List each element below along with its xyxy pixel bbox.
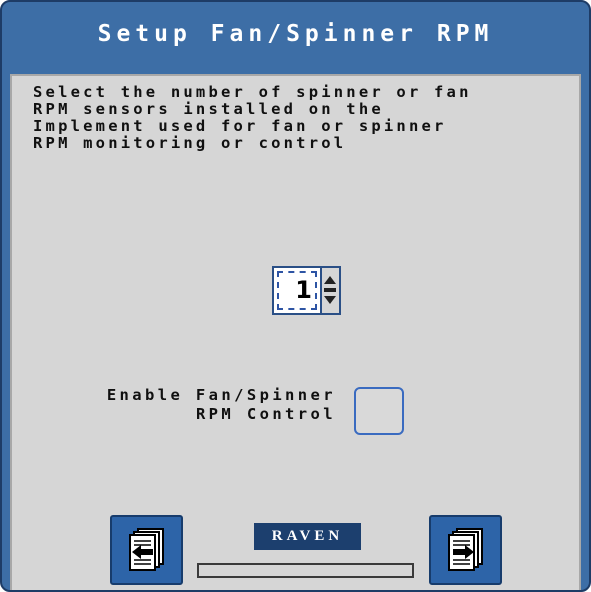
enable-control-label: Enable Fan/Spinner RPM Control <box>60 386 336 424</box>
sensor-count-field[interactable]: 1 <box>272 266 322 315</box>
spinner-arrows[interactable] <box>322 266 341 315</box>
spinner-divider <box>324 288 336 292</box>
raven-logo: RAVEN <box>254 523 361 550</box>
back-button[interactable] <box>110 515 183 585</box>
progress-bar <box>197 563 414 578</box>
arrow-down-icon[interactable] <box>324 296 336 304</box>
page-back-icon <box>128 528 164 571</box>
next-button[interactable] <box>429 515 502 585</box>
instruction-text: Select the number of spinner or fan RPM … <box>33 83 472 152</box>
page-next-icon <box>447 528 483 571</box>
enable-control-checkbox[interactable] <box>354 387 404 435</box>
page-title: Setup Fan/Spinner RPM <box>97 21 494 47</box>
arrow-up-icon[interactable] <box>324 276 336 284</box>
enable-control-label-line: Enable Fan/Spinner <box>106 386 336 404</box>
sensor-count-value: 1 <box>295 276 312 304</box>
enable-control-label-line: RPM Control <box>195 405 336 423</box>
sensor-count-spinner[interactable]: 1 <box>272 266 341 315</box>
